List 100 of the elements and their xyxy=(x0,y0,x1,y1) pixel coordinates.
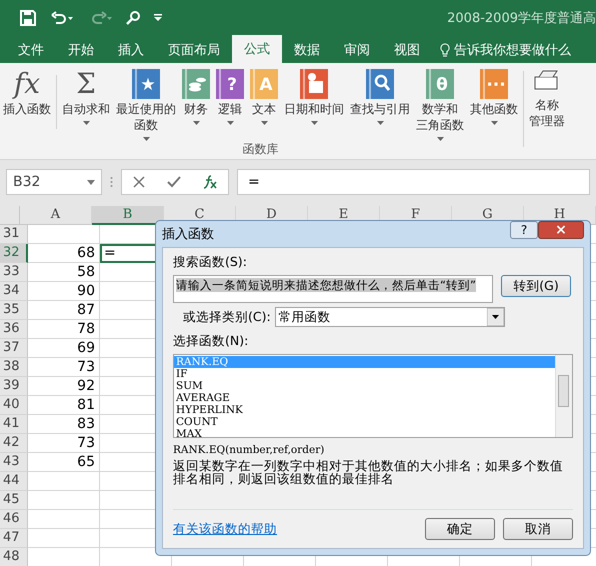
function-list-item[interactable]: AVERAGE xyxy=(174,392,555,404)
book-icon: θ xyxy=(426,69,454,99)
row-header[interactable]: 35 xyxy=(0,301,28,320)
ribbon-button[interactable]: ? 逻辑 xyxy=(213,67,247,141)
name-box[interactable]: B32 xyxy=(6,169,102,195)
table-cell: 81 xyxy=(28,396,100,415)
table-cell: 69 xyxy=(28,339,100,358)
dropdown-caret-icon xyxy=(87,180,95,184)
row-header[interactable]: 39 xyxy=(0,377,28,396)
ribbon-tab[interactable]: 插入 xyxy=(106,37,156,63)
ribbon-button[interactable]: 查找与引用 xyxy=(347,67,413,141)
tell-me-field[interactable]: 告诉我你想要做什么 xyxy=(432,37,571,63)
ribbon-tab[interactable]: 文件 xyxy=(6,37,56,63)
dropdown-caret-icon xyxy=(436,137,444,141)
ok-button[interactable]: 确定 xyxy=(425,518,495,540)
row-header[interactable]: 47 xyxy=(0,529,28,548)
row-header[interactable]: 43 xyxy=(0,453,28,472)
column-header[interactable]: A xyxy=(20,206,92,225)
ribbon-tab[interactable]: 数据 xyxy=(282,37,332,63)
function-list-item[interactable]: MAX xyxy=(174,428,555,440)
row-header[interactable]: 40 xyxy=(0,396,28,415)
ribbon-button[interactable]: Σ 自动求和 xyxy=(59,67,113,141)
formula-field[interactable]: = xyxy=(237,169,590,195)
ribbon-tab[interactable]: 审阅 xyxy=(332,37,382,63)
function-icon: Σ xyxy=(76,67,96,101)
go-button[interactable]: 转到(G) xyxy=(501,275,571,297)
customize-icon[interactable] xyxy=(154,14,162,21)
row-header[interactable]: 46 xyxy=(0,510,28,529)
row-header[interactable]: 34 xyxy=(0,282,28,301)
book-icon: ··· xyxy=(480,69,508,99)
function-signature: RANK.EQ(number,ref,order) xyxy=(173,444,326,456)
field-label: 选择函数(N): xyxy=(173,333,250,350)
table-cell: 87 xyxy=(28,301,100,320)
dropdown-caret-icon xyxy=(376,121,384,125)
table-cell: 73 xyxy=(28,434,100,453)
dropdown-caret-icon xyxy=(260,121,268,125)
grip-icon xyxy=(110,176,113,188)
insert-function-icon[interactable] xyxy=(203,175,217,189)
row-header[interactable]: 42 xyxy=(0,434,28,453)
function-list-item[interactable]: HYPERLINK xyxy=(174,404,555,416)
table-cell: 90 xyxy=(28,282,100,301)
ribbon-button[interactable]: A 文本 xyxy=(247,67,281,141)
dropdown-caret-icon xyxy=(192,121,200,125)
function-list-item[interactable]: SUM xyxy=(174,380,555,392)
row-header[interactable]: 45 xyxy=(0,491,28,510)
table-cell: 83 xyxy=(28,415,100,434)
function-icon: fx xyxy=(14,67,40,101)
save-icon[interactable] xyxy=(20,10,36,26)
row-header[interactable]: 41 xyxy=(0,415,28,434)
ribbon-button[interactable]: fx 插入函数 xyxy=(0,67,54,141)
function-list-item[interactable]: COUNT xyxy=(174,416,555,428)
row-header[interactable]: 48 xyxy=(0,548,28,566)
category-select[interactable]: 常用函数 xyxy=(274,307,505,327)
cancel-button[interactable]: 取消 xyxy=(503,518,573,540)
ribbon-button[interactable]: ··· 其他函数 xyxy=(467,67,521,141)
table-cell: 58 xyxy=(28,263,100,282)
table-cell: 68 xyxy=(28,244,100,263)
lightbulb-icon xyxy=(440,43,450,57)
cancel-icon[interactable] xyxy=(133,176,145,188)
dropdown-arrow-icon[interactable] xyxy=(486,308,504,326)
row-header[interactable]: 33 xyxy=(0,263,28,282)
ribbon-tab[interactable]: 公式 xyxy=(232,35,282,63)
ribbon-tab[interactable]: 页面布局 xyxy=(156,37,232,63)
help-link[interactable]: 有关该函数的帮助 xyxy=(173,520,417,538)
book-icon: ★ xyxy=(132,69,160,99)
dropdown-caret-icon xyxy=(490,121,498,125)
group-label: 函数库 xyxy=(242,141,280,158)
ribbon-tab[interactable]: 开始 xyxy=(56,37,106,63)
ribbon-button[interactable]: ★ 最近使用的 函数 xyxy=(113,67,179,141)
name-tags-icon xyxy=(533,69,561,91)
close-button[interactable]: × xyxy=(538,221,584,239)
ribbon-button[interactable]: θ 数学和 三角函数 xyxy=(413,67,467,141)
ribbon-button[interactable]: 财务 xyxy=(179,67,213,141)
column-header[interactable]: B xyxy=(92,206,164,225)
table-cell: 65 xyxy=(28,453,100,472)
dropdown-caret-icon xyxy=(142,137,150,141)
table-cell: 78 xyxy=(28,320,100,339)
function-description: 返回某数字在一列数字中相对于其他数值的大小排名；如果多个数值排名相同，则返回该组数值的最佳排名 xyxy=(173,459,564,485)
undo-icon[interactable] xyxy=(50,10,74,24)
row-header[interactable]: 36 xyxy=(0,320,28,339)
scrollbar[interactable] xyxy=(555,355,572,437)
help-button[interactable]: ? xyxy=(510,221,538,239)
row-header[interactable]: 31 xyxy=(0,225,28,244)
field-label: 搜索函数(S): xyxy=(173,254,248,271)
ribbon-button[interactable]: 日期和时间 xyxy=(281,67,347,141)
check-icon[interactable] xyxy=(167,176,181,188)
search-field[interactable]: 请输入一条简短说明来描述您想做什么，然后单击“转到” xyxy=(173,275,493,303)
row-header[interactable]: 44 xyxy=(0,472,28,491)
ribbon-tab[interactable]: 视图 xyxy=(382,37,432,63)
dropdown-caret-icon xyxy=(226,121,234,125)
row-header[interactable]: 37 xyxy=(0,339,28,358)
row-header[interactable]: 38 xyxy=(0,358,28,377)
ribbon-button[interactable]: 名称 管理器 xyxy=(526,63,568,159)
function-list-item[interactable]: IF xyxy=(174,368,555,380)
window-title: 2008-2009学年度普通高 xyxy=(447,10,596,26)
book-icon: A xyxy=(250,69,278,99)
dropdown-caret-icon xyxy=(82,121,90,125)
touch-mode-icon[interactable] xyxy=(126,10,140,24)
table-cell: 92 xyxy=(28,377,100,396)
row-header[interactable]: 32 xyxy=(0,244,28,263)
